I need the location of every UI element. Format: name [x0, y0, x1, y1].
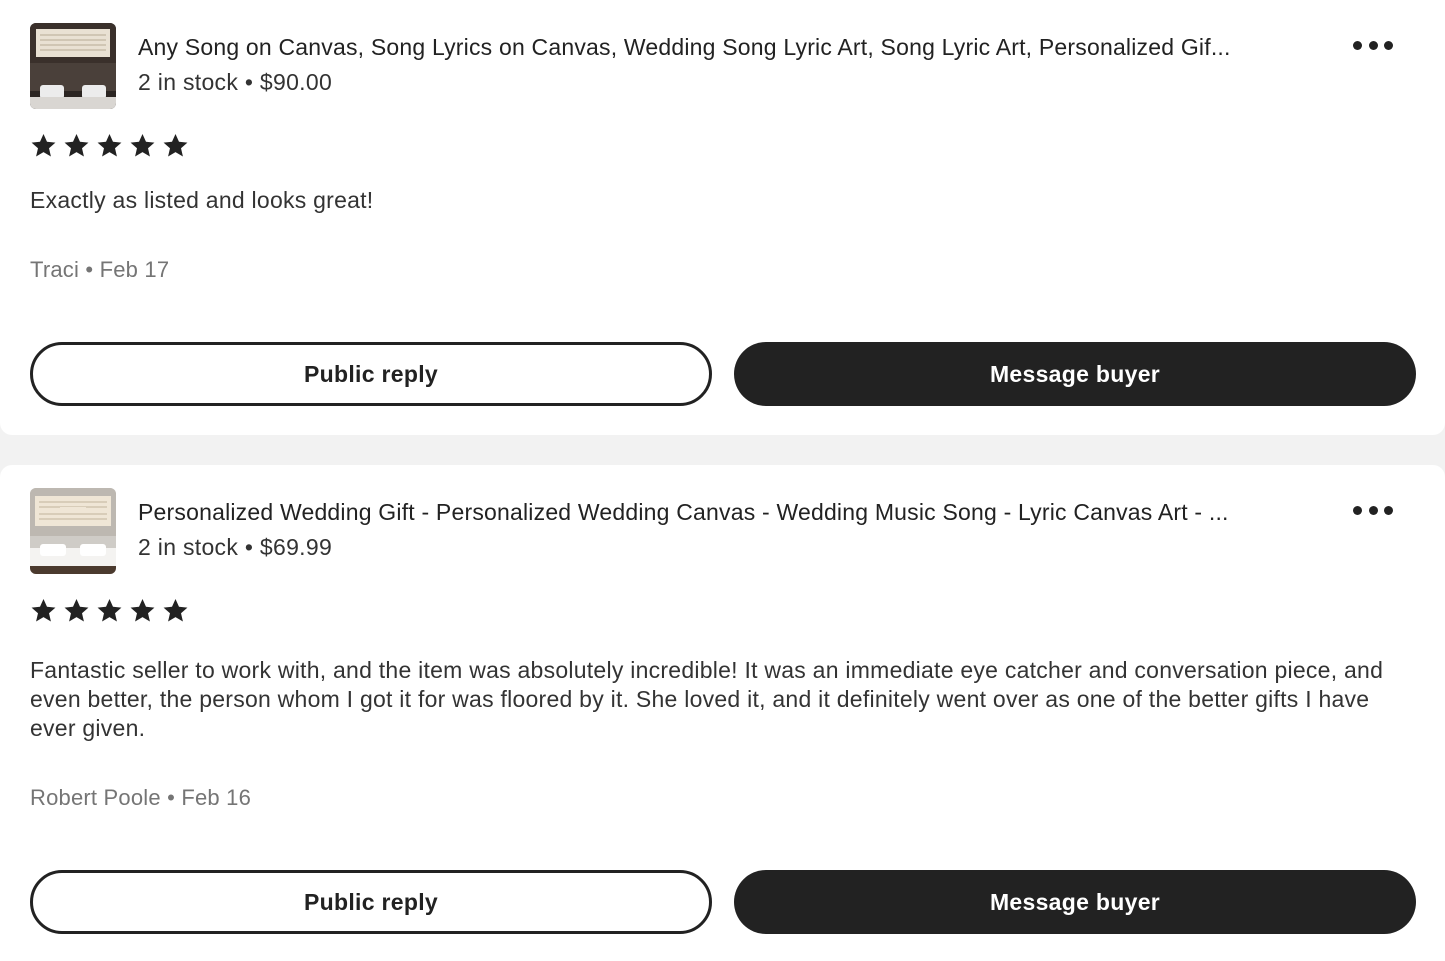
- star-icon: [130, 134, 155, 157]
- star-icon: [163, 599, 188, 622]
- star-rating: [30, 132, 189, 159]
- reviewer-date: Robert Poole • Feb 16: [30, 785, 252, 810]
- public-reply-button[interactable]: Public reply: [30, 342, 712, 406]
- star-icon: [130, 599, 155, 622]
- more-dot: [1353, 40, 1362, 50]
- more-options-icon[interactable]: [1353, 30, 1393, 60]
- star-icon: [97, 599, 122, 622]
- more-dot: [1368, 40, 1378, 50]
- listing-thumbnail[interactable]: [30, 23, 116, 109]
- star-icon: [64, 599, 89, 622]
- review-card: Personalized Wedding Gift - Personalized…: [0, 465, 1445, 961]
- more-dot: [1384, 505, 1393, 515]
- more-options-icon[interactable]: [1353, 495, 1393, 525]
- star-icon: [97, 134, 122, 157]
- more-dot: [1368, 505, 1378, 515]
- star-icon: [64, 134, 89, 157]
- more-dot: [1384, 40, 1393, 50]
- listing-thumbnail-image: [30, 488, 116, 574]
- message-buyer-button[interactable]: Message buyer: [734, 870, 1416, 934]
- stock-price: 2 in stock • $69.99: [138, 534, 333, 560]
- public-reply-button[interactable]: Public reply: [30, 870, 712, 934]
- more-dot: [1353, 505, 1362, 515]
- review-text: Exactly as listed and looks great!: [30, 187, 374, 213]
- stock-price: 2 in stock • $90.00: [138, 69, 333, 95]
- review-card: Any Song on Canvas, Song Lyrics on Canva…: [0, 0, 1445, 435]
- star-icon: [163, 134, 188, 157]
- review-text: Fantastic seller to work with, and the i…: [30, 657, 1384, 741]
- star-rating: [30, 597, 189, 624]
- listing-thumbnail-image: [30, 23, 116, 109]
- listing-title[interactable]: Any Song on Canvas, Song Lyrics on Canva…: [138, 34, 1328, 61]
- listing-title[interactable]: Personalized Wedding Gift - Personalized…: [138, 499, 1328, 526]
- message-buyer-button[interactable]: Message buyer: [734, 342, 1416, 406]
- reviewer-date: Traci • Feb 17: [30, 257, 170, 282]
- star-icon: [31, 134, 56, 157]
- listing-thumbnail[interactable]: [30, 488, 116, 574]
- star-icon: [31, 599, 56, 622]
